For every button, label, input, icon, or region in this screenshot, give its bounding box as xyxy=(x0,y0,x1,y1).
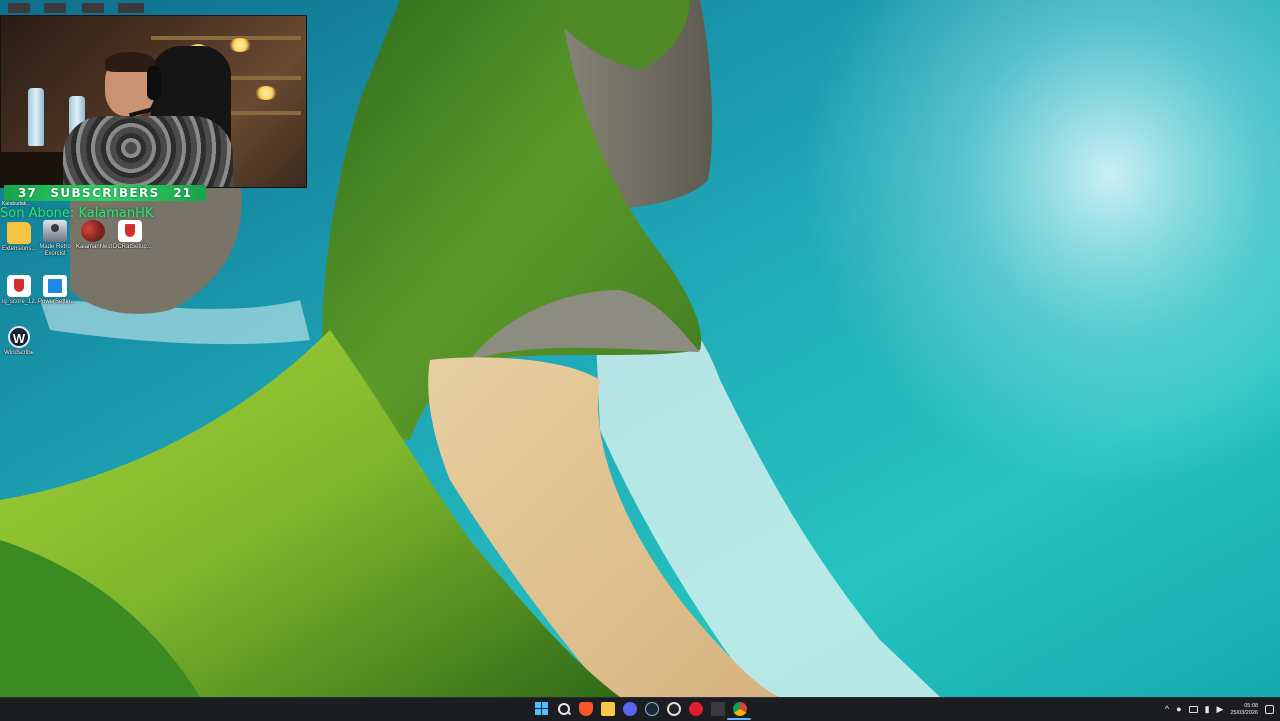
desktop-icon-label: Extensions... xyxy=(2,246,37,252)
clock[interactable]: 05:08 25/03/2026 xyxy=(1230,703,1258,717)
subscriber-right-count: 21 xyxy=(173,186,192,200)
shield-app-icon xyxy=(118,220,142,242)
search-icon[interactable] xyxy=(557,702,571,716)
desktop-icon-label: DCRatSetup... xyxy=(113,244,152,250)
network-icon[interactable]: ▮ xyxy=(1205,705,1210,714)
steam-icon[interactable] xyxy=(645,702,659,716)
desktop-icon-extensions[interactable]: Extensions... xyxy=(2,222,36,253)
desktop-icon-dcratsetup[interactable]: DCRatSetup... xyxy=(113,220,152,251)
file-explorer-icon[interactable] xyxy=(601,702,615,716)
brave-icon[interactable] xyxy=(579,702,593,716)
desktop-icon-iq-score[interactable]: iq_score_12... xyxy=(2,275,40,306)
clock-date: 25/03/2026 xyxy=(1230,709,1258,716)
desktop-header-label: Karabudak... xyxy=(2,201,31,207)
person-icon xyxy=(43,220,67,242)
desktop-icon-windscribe[interactable]: W Windscribe xyxy=(2,326,36,357)
team-icon xyxy=(81,220,105,242)
desktop-icon-made-retro[interactable]: Made Retro Exorcist xyxy=(38,220,72,258)
desktop-icon-label: PowerSettin... xyxy=(38,299,76,305)
subscriber-left-count: 37 xyxy=(18,186,37,200)
start-icon[interactable] xyxy=(535,702,549,716)
blue-square-icon xyxy=(43,275,67,297)
desktop-icon-label: KalamanNest xyxy=(76,244,113,250)
opera-icon[interactable] xyxy=(689,702,703,716)
clock-time: 05:08 xyxy=(1244,702,1258,709)
top-strip-item xyxy=(82,3,104,13)
top-strip-item xyxy=(118,3,144,13)
volume-icon[interactable]: ▶ xyxy=(1217,705,1224,714)
desktop-icon-label: iq_score_12... xyxy=(2,299,40,305)
windscribe-icon: W xyxy=(8,326,30,348)
shield-app-icon xyxy=(7,275,31,297)
desktop-icon-label: Made Retro Exorcist xyxy=(39,244,71,257)
notification-icon[interactable] xyxy=(1265,705,1274,714)
folder-icon xyxy=(7,222,31,244)
webcam-overlay xyxy=(0,15,307,188)
last-subscriber-text: Son Abone: KalamanHK xyxy=(0,206,154,221)
discord-icon[interactable] xyxy=(623,702,637,716)
subscriber-label: SUBSCRIBERS xyxy=(50,186,160,200)
desktop-icon-powersettings[interactable]: PowerSettin... xyxy=(38,275,76,306)
taskbar: ^ ● ▮ ▶ 05:08 25/03/2026 xyxy=(0,697,1280,721)
display-icon[interactable] xyxy=(1188,706,1198,713)
desktop-icon-kalamannest[interactable]: KalamanNest xyxy=(76,220,113,251)
top-strip-item xyxy=(44,3,66,13)
desktop-icon-label: Windscribe xyxy=(4,350,34,356)
tray-chevron-icon[interactable]: ^ xyxy=(1165,705,1169,714)
system-tray: ^ ● ▮ ▶ 05:08 25/03/2026 xyxy=(1165,698,1274,721)
obs-icon[interactable] xyxy=(667,702,681,716)
microphone-icon[interactable]: ● xyxy=(1176,705,1181,714)
top-strip-item xyxy=(8,3,30,13)
subscriber-counter-bar: 37 SUBSCRIBERS 21 xyxy=(4,185,206,201)
terminal-icon[interactable] xyxy=(711,702,725,716)
chrome-icon[interactable] xyxy=(733,702,747,716)
